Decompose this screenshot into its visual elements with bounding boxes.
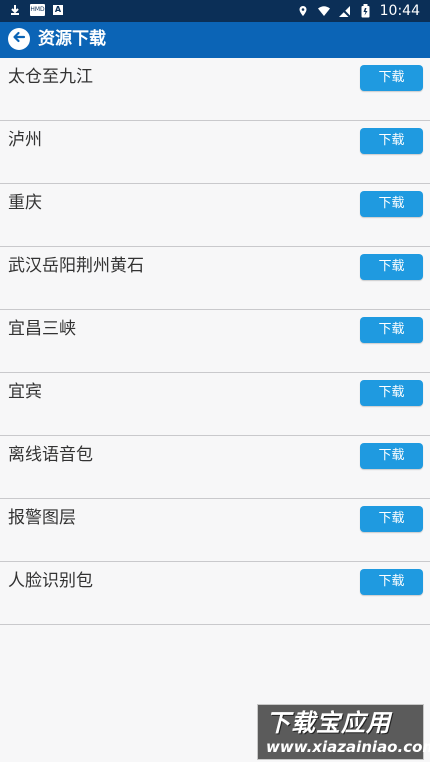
list-item: 泸州 下载 xyxy=(0,121,430,184)
back-arrow-icon xyxy=(11,29,27,49)
location-icon xyxy=(296,4,310,18)
download-button[interactable]: 下载 xyxy=(360,128,423,154)
status-right-icons: 10:44 xyxy=(296,2,420,20)
list-item: 报警图层 下载 xyxy=(0,499,430,562)
resource-name: 报警图层 xyxy=(8,508,76,528)
resource-name: 人脸识别包 xyxy=(8,571,93,591)
watermark: 下载宝应用 www.xiazainiao.com xyxy=(257,704,430,760)
download-button[interactable]: 下载 xyxy=(360,317,423,343)
download-button[interactable]: 下载 xyxy=(360,569,423,595)
download-button[interactable]: 下载 xyxy=(360,506,423,532)
resource-name: 离线语音包 xyxy=(8,445,93,465)
app-bar: 资源下载 xyxy=(0,22,430,58)
resource-name: 宜昌三峡 xyxy=(8,319,76,339)
wifi-icon xyxy=(317,4,331,18)
battery-icon xyxy=(359,4,373,18)
download-button[interactable]: 下载 xyxy=(360,443,423,469)
watermark-title: 下载宝应用 xyxy=(266,709,391,737)
hmd-box-icon: HMD xyxy=(30,4,45,16)
clock: 10:44 xyxy=(379,3,420,19)
download-button[interactable]: 下载 xyxy=(360,380,423,406)
resource-name: 太仓至九江 xyxy=(8,67,93,87)
watermark-url: www.xiazainiao.com xyxy=(266,738,430,756)
list-item: 重庆 下载 xyxy=(0,184,430,247)
a-box-icon: A xyxy=(53,5,63,15)
resource-list: 太仓至九江 下载 泸州 下载 重庆 下载 武汉岳阳荆州黄石 下载 宜昌三峡 下载… xyxy=(0,58,430,625)
resource-name: 重庆 xyxy=(8,193,42,213)
resource-name: 武汉岳阳荆州黄石 xyxy=(8,256,144,276)
list-item: 宜昌三峡 下载 xyxy=(0,310,430,373)
download-button[interactable]: 下载 xyxy=(360,65,423,91)
status-left-icons: HMD A xyxy=(8,3,63,17)
download-icon xyxy=(8,3,22,17)
resource-name: 泸州 xyxy=(8,130,42,150)
resource-name: 宜宾 xyxy=(8,382,42,402)
page-title: 资源下载 xyxy=(38,29,106,49)
list-item: 太仓至九江 下载 xyxy=(0,58,430,121)
back-button[interactable] xyxy=(8,28,30,50)
list-item: 人脸识别包 下载 xyxy=(0,562,430,625)
signal-off-icon xyxy=(338,4,352,18)
list-item: 武汉岳阳荆州黄石 下载 xyxy=(0,247,430,310)
list-item: 离线语音包 下载 xyxy=(0,436,430,499)
download-button[interactable]: 下载 xyxy=(360,191,423,217)
status-bar: HMD A 10:44 xyxy=(0,0,430,22)
download-button[interactable]: 下载 xyxy=(360,254,423,280)
list-item: 宜宾 下载 xyxy=(0,373,430,436)
